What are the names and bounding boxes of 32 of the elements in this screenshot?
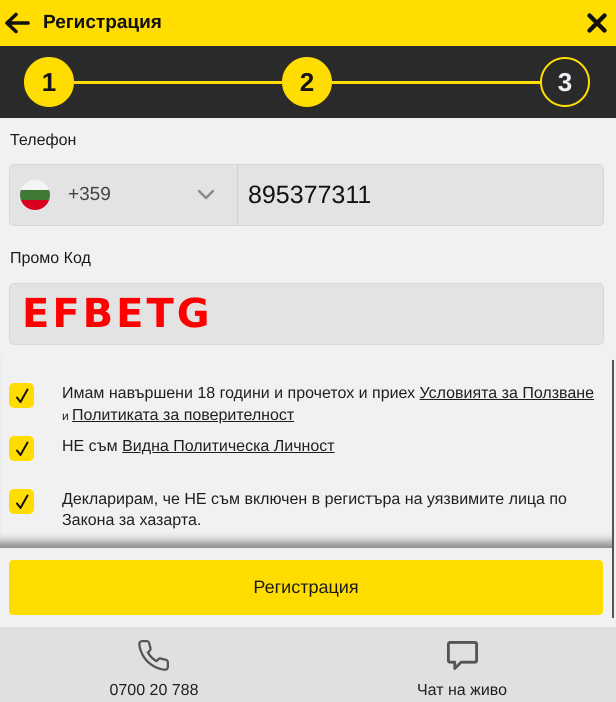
live-chat-link[interactable]: Чат на живо (416, 640, 508, 700)
consent-text: НЕ съм Видна Политическа Личност (62, 437, 335, 457)
checkbox[interactable] (9, 383, 34, 408)
back-arrow-icon (4, 12, 30, 34)
scrollbar[interactable] (612, 360, 614, 618)
step-indicator: 2 (282, 57, 332, 107)
step-indicator: 1 (24, 57, 74, 107)
header-title: Регистрация (43, 12, 162, 34)
register-button[interactable]: Регистрация (9, 560, 603, 615)
phone-input[interactable]: 895377311 (237, 164, 604, 226)
field-label: Телефон (10, 131, 76, 151)
chat-bubble-icon (446, 640, 478, 671)
text-link[interactable]: Условията за Ползване (420, 385, 594, 402)
consent-text: Декларирам, че НЕ съм включен в регистъра на уязвимите лица по Закона за хазарта. (62, 490, 568, 531)
country-select[interactable]: +359 (9, 164, 238, 226)
text-link[interactable]: Политиката за поверителност (72, 407, 294, 424)
text-link[interactable]: Видна Политическа Личност (122, 438, 335, 455)
close-icon (587, 13, 607, 33)
checkmark-icon (14, 494, 28, 510)
checkbox[interactable] (9, 489, 34, 514)
field-label: Промо Код (10, 249, 91, 269)
back-button[interactable] (4, 12, 30, 34)
phone-icon (138, 640, 170, 671)
checkmark-icon (14, 440, 28, 456)
checkmark-icon (14, 388, 28, 404)
checkbox[interactable] (9, 436, 34, 461)
chevron-down-icon (197, 189, 215, 201)
step-indicator: 3 (540, 57, 590, 107)
consent-text: Имам навършени 18 години и прочетох и приех Условията за Ползване и Политиката за поверителност (62, 384, 595, 426)
flag-icon (20, 180, 50, 210)
close-button[interactable] (587, 13, 607, 33)
phone-link[interactable]: 0700 20 788 (110, 640, 198, 700)
